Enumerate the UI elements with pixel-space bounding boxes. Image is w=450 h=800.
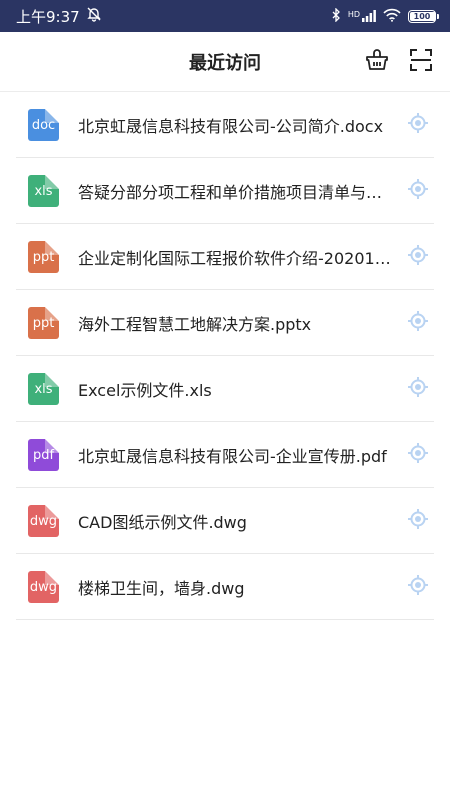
file-row[interactable]: ppt 企业定制化国际工程报价软件介绍-20201028.pptx [0,224,450,290]
locate-icon [407,574,429,600]
locate-button[interactable] [406,179,430,203]
file-type-icon: doc [28,109,59,141]
status-left: 上午9:37 [16,6,102,27]
header-actions [364,32,434,92]
file-name: 北京虹晟信息科技有限公司-企业宣传册.pdf [78,447,387,466]
file-row[interactable]: ppt 海外工程智慧工地解决方案.pptx [0,290,450,356]
locate-button[interactable] [406,311,430,335]
file-type-icon: dwg [28,571,59,603]
locate-button[interactable] [406,113,430,137]
file-row[interactable]: pdf 北京虹晟信息科技有限公司-企业宣传册.pdf [0,422,450,488]
locate-icon [407,442,429,468]
file-name: 楼梯卫生间，墙身.dwg [78,579,245,598]
wifi-icon [383,8,401,25]
header-bar: 最近访问 [0,32,450,92]
locate-icon [407,112,429,138]
file-name: 北京虹晟信息科技有限公司-公司简介.docx [78,117,384,136]
locate-icon [407,310,429,336]
locate-button[interactable] [406,245,430,269]
battery-percent: 100 [413,11,431,21]
locate-button[interactable] [406,443,430,467]
scan-icon [409,48,433,76]
locate-icon [407,508,429,534]
locate-button[interactable] [406,509,430,533]
file-row[interactable]: xls Excel示例文件.xls [0,356,450,422]
file-name: CAD图纸示例文件.dwg [78,513,247,532]
alarm-off-icon [86,6,102,26]
battery-icon: 100 [408,9,439,23]
file-row[interactable]: xls 答疑分部分项工程和单价措施项目清单与计价表.xls [0,158,450,224]
file-type-icon: xls [28,175,59,207]
file-type-icon: xls [28,373,59,405]
file-type-icon: ppt [28,241,59,273]
network-type: HD [347,10,360,19]
basket-icon [365,48,389,76]
clean-button[interactable] [364,49,390,75]
locate-icon [407,244,429,270]
locate-icon [407,376,429,402]
file-name: Excel示例文件.xls [78,381,212,400]
locate-icon [407,178,429,204]
file-name: 企业定制化国际工程报价软件介绍-20201028.pptx [78,249,396,268]
status-time: 上午9:37 [16,7,80,26]
status-bar: 上午9:37 HD 100 [0,0,450,32]
file-type-icon: dwg [28,505,59,537]
file-row[interactable]: doc 北京虹晟信息科技有限公司-公司简介.docx [0,92,450,158]
file-name: 海外工程智慧工地解决方案.pptx [78,315,312,334]
file-row[interactable]: dwg CAD图纸示例文件.dwg [0,488,450,554]
signal-icon: HD [348,10,376,22]
recent-file-list: doc 北京虹晟信息科技有限公司-公司简介.docx xls 答疑分部分项工程和单价措… [0,92,450,620]
locate-button[interactable] [406,377,430,401]
bluetooth-icon [332,6,341,25]
page-title: 最近访问 [189,52,261,74]
status-right: HD 100 [332,6,439,25]
file-name: 答疑分部分项工程和单价措施项目清单与计价表.xls [78,183,396,202]
file-row[interactable]: dwg 楼梯卫生间，墙身.dwg [0,554,450,620]
file-type-icon: pdf [28,439,59,471]
scan-button[interactable] [408,49,434,75]
locate-button[interactable] [406,575,430,599]
file-type-icon: ppt [28,307,59,339]
